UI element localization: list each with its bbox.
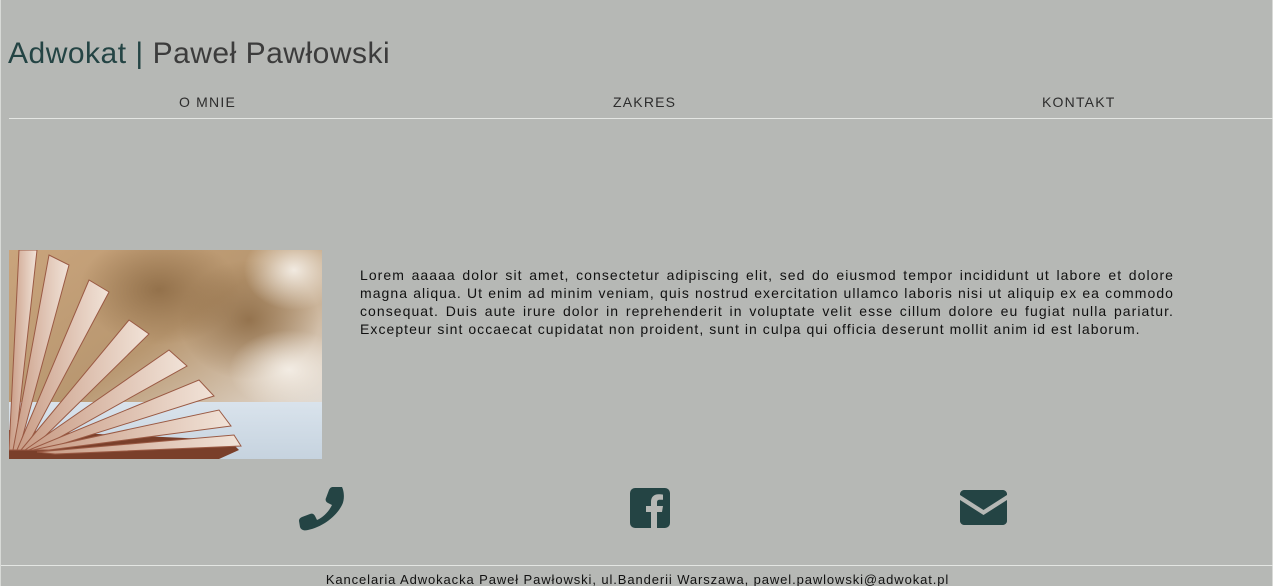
main-nav: O MNIE ZAKRES KONTAKT	[9, 90, 1273, 119]
envelope-icon[interactable]	[960, 490, 1007, 525]
footer-divider	[1, 565, 1273, 566]
nav-item-o-mnie[interactable]: O MNIE	[179, 94, 236, 110]
nav-item-kontakt[interactable]: KONTAKT	[1042, 94, 1115, 110]
page: Adwokat | Paweł Pawłowski O MNIE ZAKRES …	[0, 0, 1273, 586]
phone-icon[interactable]	[298, 485, 346, 531]
open-book-image	[9, 250, 322, 459]
nav-item-zakres[interactable]: ZAKRES	[613, 94, 676, 110]
about-text: Lorem aaaaa dolor sit amet, consectetur …	[360, 267, 1174, 337]
facebook-icon[interactable]	[630, 488, 670, 528]
site-title-separator: |	[135, 37, 144, 70]
site-title[interactable]: Adwokat | Paweł Pawłowski	[8, 36, 390, 72]
footer-text: Kancelaria Adwokacka Paweł Pawłowski, ul…	[325, 572, 950, 586]
site-title-brand: Adwokat	[8, 37, 127, 70]
site-title-name: Paweł Pawłowski	[152, 37, 391, 70]
